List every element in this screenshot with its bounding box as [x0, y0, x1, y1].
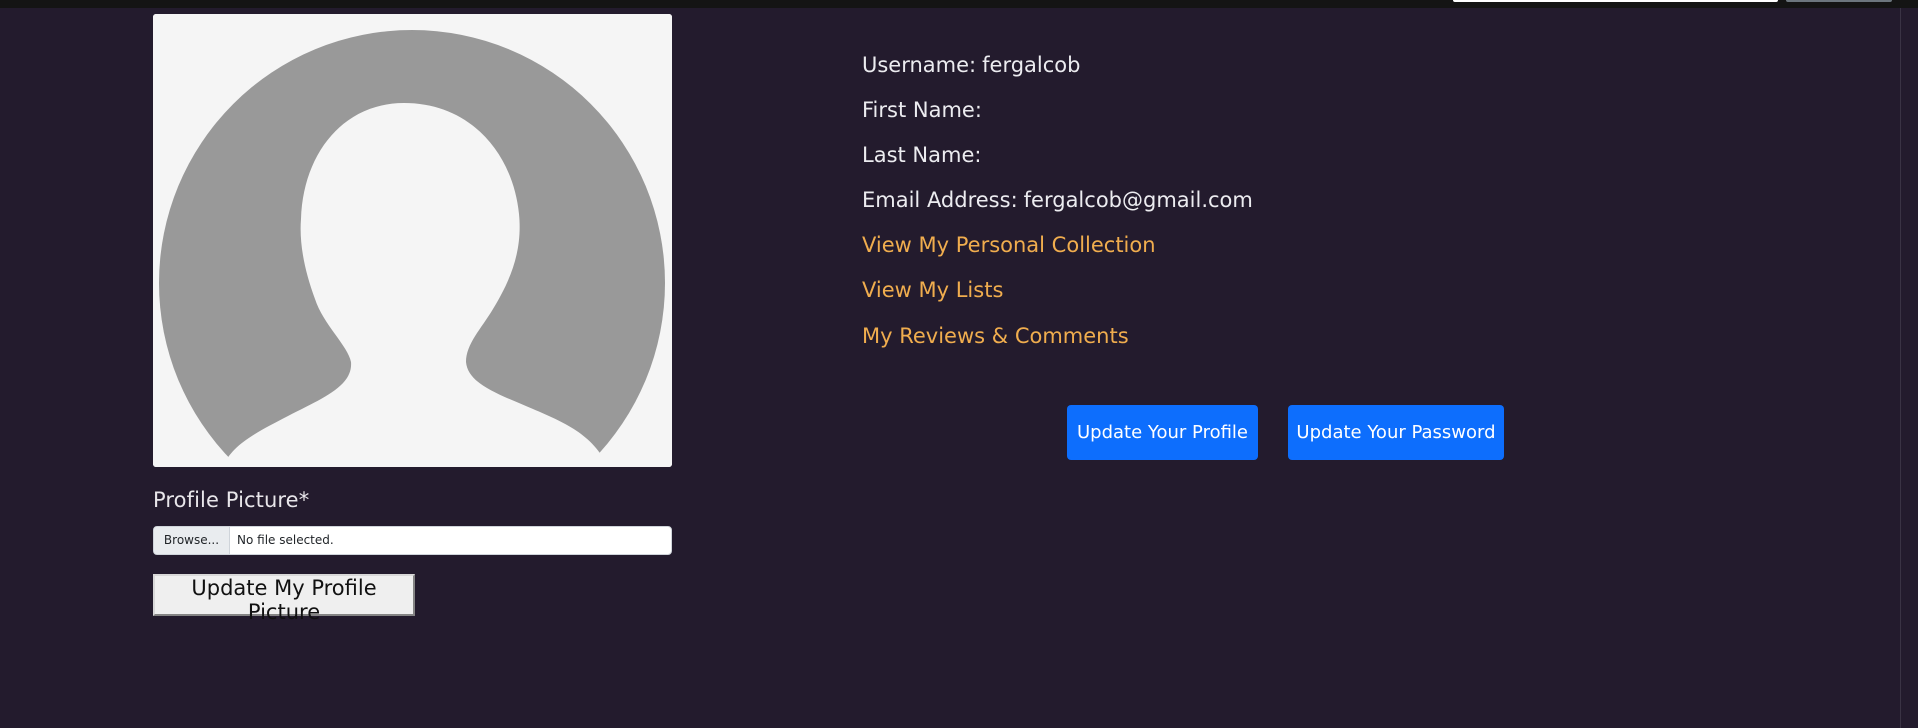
profile-page: Profile Picture* Browse... No file selec…: [0, 0, 1918, 728]
navbar: [0, 0, 1918, 8]
username-row: Username: fergalcob: [862, 53, 1080, 77]
navbar-search-button[interactable]: [1786, 0, 1892, 2]
default-user-silhouette-icon: [153, 14, 672, 467]
navbar-search-input[interactable]: [1453, 0, 1778, 2]
scrollbar[interactable]: [1900, 8, 1918, 728]
email-value: fergalcob@gmail.com: [1023, 188, 1253, 212]
profile-picture: [153, 14, 672, 467]
view-my-lists-link[interactable]: View My Lists: [862, 278, 1003, 302]
last-name-row: Last Name:: [862, 143, 987, 167]
profile-picture-label: Profile Picture*: [153, 488, 310, 512]
file-status-text: No file selected.: [237, 533, 334, 547]
email-row: Email Address: fergalcob@gmail.com: [862, 188, 1253, 212]
update-profile-button[interactable]: Update Your Profile: [1067, 405, 1258, 460]
username-label: Username:: [862, 53, 977, 77]
my-reviews-comments-link[interactable]: My Reviews & Comments: [862, 324, 1129, 348]
first-name-label: First Name:: [862, 98, 982, 122]
profile-picture-file-input[interactable]: Browse... No file selected.: [153, 526, 672, 555]
username-value: fergalcob: [982, 53, 1081, 77]
last-name-label: Last Name:: [862, 143, 982, 167]
update-profile-picture-button[interactable]: Update My Profile Picture: [153, 574, 415, 624]
email-label: Email Address:: [862, 188, 1018, 212]
update-password-button[interactable]: Update Your Password: [1288, 405, 1504, 460]
browse-button[interactable]: Browse...: [154, 527, 230, 554]
first-name-row: First Name:: [862, 98, 988, 122]
view-personal-collection-link[interactable]: View My Personal Collection: [862, 233, 1156, 257]
